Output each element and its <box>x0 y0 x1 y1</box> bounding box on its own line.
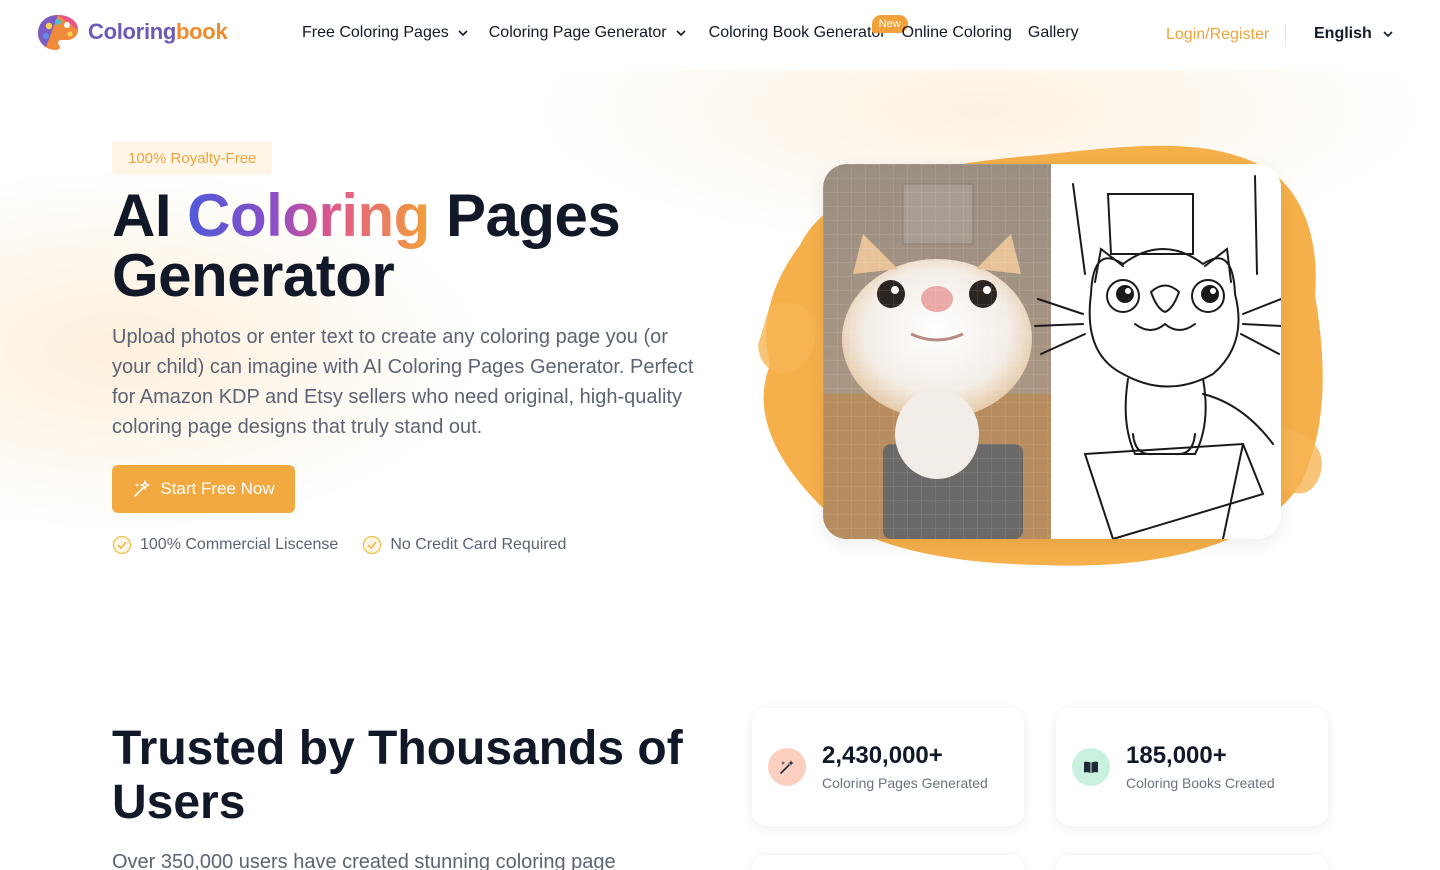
nav-label: Online Coloring <box>901 24 1012 41</box>
stat-icon-wrap <box>768 748 806 786</box>
stat-card-peek <box>752 855 1024 870</box>
stat-card-pages: 2,430,000+ Coloring Pages Generated <box>752 708 1024 826</box>
nav-coloring-book-generator[interactable]: Coloring Book Generator New <box>708 15 908 42</box>
check-no-credit-card: No Credit Card Required <box>362 535 566 555</box>
chevron-down-icon <box>458 30 468 37</box>
stat-label: Coloring Books Created <box>1126 775 1275 791</box>
hero-description: Upload photos or enter text to create an… <box>112 326 694 438</box>
hero-checks: 100% Commercial Liscense No Credit Card … <box>112 535 590 555</box>
sparkle-wand-icon <box>134 480 150 497</box>
hero-title: AI Coloring Pages Generator <box>112 182 621 309</box>
login-register-link[interactable]: Login/Register <box>1166 26 1269 44</box>
header-divider <box>1285 24 1286 46</box>
trusted-subtitle: Over 350,000 users have created stunning… <box>112 851 616 870</box>
check-commercial-license: 100% Commercial Liscense <box>112 535 338 555</box>
language-label: English <box>1314 25 1372 42</box>
nav-label: Free Coloring Pages <box>302 24 449 41</box>
stat-value: 2,430,000+ <box>822 742 943 769</box>
chevron-down-icon <box>676 30 686 37</box>
stat-card-books: 185,000+ Coloring Books Created <box>1056 708 1328 826</box>
nav-label: Coloring Page Generator <box>488 24 667 41</box>
logo[interactable]: Coloringbook <box>36 12 228 52</box>
nav-label: Coloring Book Generator <box>708 24 886 41</box>
stat-value: 185,000+ <box>1126 742 1227 769</box>
stat-label: Coloring Pages Generated <box>822 775 988 791</box>
magic-wand-icon <box>780 760 794 774</box>
nav-label: Gallery <box>1027 24 1079 41</box>
cta-label: Start Free Now <box>160 479 275 498</box>
site-header: Coloringbook Free Coloring Pages Colorin… <box>0 0 1440 70</box>
palette-logo-icon <box>38 15 78 50</box>
start-free-button[interactable]: Start Free Now <box>112 465 295 513</box>
trusted-title: Trusted by Thousands of Users <box>112 722 683 829</box>
language-selector[interactable]: English <box>1314 25 1394 43</box>
stat-card-peek <box>1056 855 1328 870</box>
main-nav: Free Coloring Pages Coloring Page Genera… <box>302 15 1079 42</box>
royalty-free-badge: 100% Royalty-Free <box>112 141 273 175</box>
before-after-image <box>823 164 1281 539</box>
title-highlight: Coloring <box>187 182 430 249</box>
nav-online-coloring[interactable]: Online Coloring <box>902 24 1012 42</box>
check-circle-icon <box>112 535 132 555</box>
nav-gallery[interactable]: Gallery <box>1028 24 1079 42</box>
nav-coloring-page-generator[interactable]: Coloring Page Generator <box>489 24 687 42</box>
logo-text: Coloringbook <box>88 19 228 44</box>
stat-icon-wrap <box>1072 748 1110 786</box>
cat-photo-and-line-art <box>823 164 1281 539</box>
check-circle-icon <box>363 535 382 555</box>
chevron-down-icon <box>1383 31 1393 38</box>
book-icon <box>1084 761 1098 773</box>
nav-free-coloring-pages[interactable]: Free Coloring Pages <box>302 24 469 42</box>
